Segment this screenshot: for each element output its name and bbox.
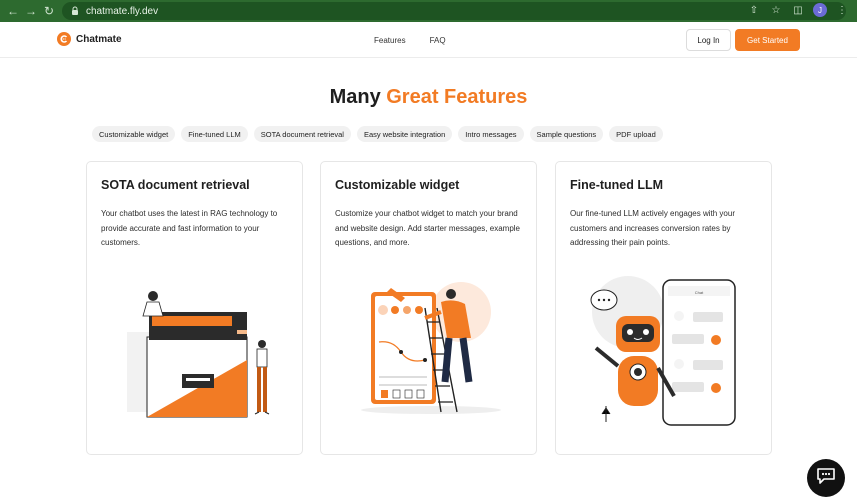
card-description: Customize your chatbot widget to match y… [335,209,520,247]
chat-bubble-icon [816,467,836,490]
share-icon[interactable]: ⇧ [747,3,761,17]
feature-card-customizable-widget: Customizable widget Customize your chatb… [320,161,537,455]
address-bar[interactable]: chatmate.fly.dev [62,2,846,20]
back-icon[interactable]: ← [4,2,22,20]
card-description: Our fine-tuned LLM actively engages with… [570,209,735,247]
card-title: Customizable widget [335,178,460,192]
star-icon[interactable]: ☆ [769,3,783,17]
lock-icon [70,5,80,17]
forward-icon[interactable]: → [22,2,40,20]
get-started-button[interactable]: Get Started [735,29,800,51]
feature-card-document-retrieval: SOTA document retrieval Your chatbot use… [86,161,303,455]
reload-icon[interactable]: ↻ [40,2,58,20]
chat-launcher-button[interactable] [807,459,845,497]
customizable-widget-illustration [321,272,536,442]
nav-features[interactable]: Features [374,36,406,45]
document-retrieval-illustration [87,272,302,442]
login-button[interactable]: Log In [686,29,731,51]
tab-sota-document-retrieval[interactable]: SOTA document retrieval [253,126,351,142]
tab-easy-website-integration[interactable]: Easy website integration [356,126,453,142]
phone-chat-header: Chat [695,290,704,295]
profile-avatar[interactable]: J [813,3,827,17]
title-accent: Great Features [386,86,528,108]
url-text: chatmate.fly.dev [86,5,159,17]
main-nav: Features FAQ [374,36,446,45]
tab-intro-messages[interactable]: Intro messages [458,126,524,142]
feature-card-fine-tuned-llm: Fine-tuned LLM Our fine-tuned LLM active… [555,161,772,455]
card-description: Your chatbot uses the latest in RAG tech… [101,209,278,247]
browser-toolbar: ← → ↻ chatmate.fly.dev ⇧ ☆ ◫ J ⋮ [0,0,857,22]
sidebar-icon[interactable]: ◫ [791,3,805,17]
page-title: Many Great Features [0,86,857,109]
card-title: SOTA document retrieval [101,178,250,192]
nav-faq[interactable]: FAQ [430,36,446,45]
robot-chat-illustration: Chat [556,272,771,442]
tab-sample-questions[interactable]: Sample questions [529,126,604,142]
more-vert-icon[interactable]: ⋮ [835,3,849,17]
tab-customizable-widget[interactable]: Customizable widget [92,126,176,142]
brand[interactable]: Chatmate [57,32,122,46]
site-header: Chatmate Features FAQ Log In Get Started [0,22,857,58]
tab-fine-tuned-llm[interactable]: Fine-tuned LLM [181,126,248,142]
feature-tabs: Customizable widget Fine-tuned LLM SOTA … [92,126,663,142]
chatmate-logo-icon [57,32,71,46]
card-title: Fine-tuned LLM [570,178,664,192]
title-plain: Many [329,86,381,108]
brand-name: Chatmate [76,33,122,45]
tab-pdf-upload[interactable]: PDF upload [609,126,663,142]
